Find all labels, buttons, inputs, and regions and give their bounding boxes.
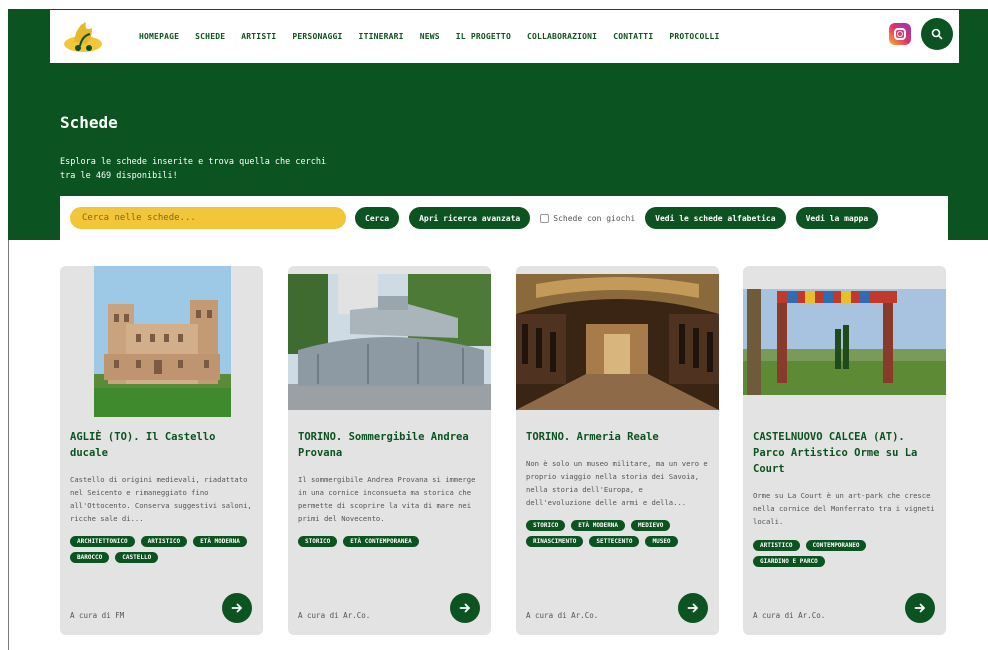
tag[interactable]: ETÀ MODERNA	[571, 520, 626, 531]
page-description: Esplora le schede inserite e trova quell…	[60, 157, 327, 181]
card[interactable]: TORINO. Armeria Reale Non è solo un muse…	[516, 266, 719, 635]
tag[interactable]: BAROCCO	[70, 552, 110, 563]
tag[interactable]: ARTISTICO	[753, 540, 800, 551]
arrow-right-icon	[914, 603, 925, 613]
tag[interactable]: ETÀ CONTEMPORANEA	[343, 536, 419, 547]
search-toolbar: Cerca Apri ricerca avanzata Schede con g…	[60, 196, 948, 240]
tag-list: ARTISTICO CONTEMPORANEO GIARDINO E PARCO	[753, 540, 939, 567]
main-menu: HOMEPAGE SCHEDE ARTISTI PERSONAGGI ITINE…	[139, 10, 720, 63]
card-author: A cura di Ar.Co.	[298, 611, 371, 620]
tag[interactable]: MEDIEVO	[631, 520, 671, 531]
card-image[interactable]	[288, 274, 491, 410]
card-image[interactable]	[94, 266, 231, 417]
card-open-button[interactable]	[905, 593, 935, 623]
nav-contatti[interactable]: CONTATTI	[613, 32, 653, 41]
card[interactable]: AGLIÈ (TO). Il Castello ducale Castello …	[60, 266, 263, 635]
map-button[interactable]: Vedi la mappa	[795, 207, 879, 229]
logo-icon[interactable]	[62, 16, 104, 56]
card-excerpt: Castello di origini medievali, riadattat…	[70, 475, 252, 523]
tag[interactable]: STORICO	[298, 536, 338, 547]
nav-news[interactable]: NEWS	[420, 32, 440, 41]
nav-personaggi[interactable]: PERSONAGGI	[292, 32, 342, 41]
tag[interactable]: CASTELLO	[115, 552, 159, 563]
card-title[interactable]: TORINO. Sommergibile Andrea Provana	[298, 429, 484, 461]
tag[interactable]: MUSEO	[645, 536, 678, 547]
arrow-right-icon	[231, 603, 242, 613]
tag[interactable]: ARTISTICO	[140, 536, 188, 547]
card-open-button[interactable]	[450, 593, 480, 623]
nav-itinerari[interactable]: ITINERARI	[359, 32, 404, 41]
search-icon	[931, 28, 943, 40]
tag[interactable]: SETTECENTO	[589, 536, 640, 547]
card-title[interactable]: CASTELNUOVO CALCEA (AT). Parco Artistico…	[753, 429, 939, 477]
tag[interactable]: ARCHITETTONICO	[70, 536, 135, 547]
card[interactable]: CASTELNUOVO CALCEA (AT). Parco Artistico…	[743, 266, 946, 635]
tag-list: STORICO ETÀ MODERNA MEDIEVO RINASCIMENTO…	[526, 520, 712, 547]
card-excerpt: Orme su La Court è un art-park che cresc…	[753, 491, 935, 526]
card-author: A cura di FM	[70, 611, 125, 620]
card-image[interactable]	[743, 289, 946, 395]
tag-list: ARCHITETTONICO ARTISTICO ETÀ MODERNA BAR…	[70, 536, 256, 563]
card-open-button[interactable]	[222, 593, 252, 623]
arrow-right-icon	[687, 603, 698, 613]
card-author: A cura di Ar.Co.	[753, 611, 826, 620]
arrow-right-icon	[459, 603, 470, 613]
tag[interactable]: STORICO	[526, 520, 566, 531]
search-input[interactable]	[70, 207, 346, 229]
games-checkbox-label: Schede con giochi	[553, 213, 636, 223]
alphabetical-button[interactable]: Vedi le schede alfabetica	[645, 207, 786, 229]
nav-protocolli[interactable]: PROTOCOLLI	[669, 32, 719, 41]
page-title: Schede	[60, 113, 118, 132]
games-checkbox[interactable]	[540, 213, 550, 223]
nav-collaborazioni[interactable]: COLLABORAZIONI	[527, 32, 597, 41]
search-button[interactable]	[921, 18, 953, 50]
tag[interactable]: GIARDINO E PARCO	[753, 556, 825, 567]
nav-schede[interactable]: SCHEDE	[195, 32, 225, 41]
games-filter[interactable]: Schede con giochi	[540, 213, 636, 223]
advanced-search-button[interactable]: Apri ricerca avanzata	[409, 207, 531, 229]
tag[interactable]: RINASCIMENTO	[526, 536, 584, 547]
card-title[interactable]: AGLIÈ (TO). Il Castello ducale	[70, 429, 256, 461]
card-open-button[interactable]	[678, 593, 708, 623]
nav-progetto[interactable]: IL PROGETTO	[456, 32, 511, 41]
card-title[interactable]: TORINO. Armeria Reale	[526, 429, 712, 445]
card-excerpt: Il sommergibile Andrea Provana si immerg…	[298, 475, 476, 523]
instagram-icon[interactable]	[889, 23, 911, 45]
navbar: HOMEPAGE SCHEDE ARTISTI PERSONAGGI ITINE…	[50, 10, 959, 63]
card-author: A cura di Ar.Co.	[526, 611, 599, 620]
card[interactable]: TORINO. Sommergibile Andrea Provana Il s…	[288, 266, 491, 635]
tag-list: STORICO ETÀ CONTEMPORANEA	[298, 536, 484, 547]
tag[interactable]: ETÀ MODERNA	[193, 536, 247, 547]
page-border	[8, 240, 9, 650]
card-excerpt: Non è solo un museo militare, ma un vero…	[526, 459, 708, 507]
tag[interactable]: CONTEMPORANEO	[805, 540, 867, 551]
nav-homepage[interactable]: HOMEPAGE	[139, 32, 179, 41]
search-submit-button[interactable]: Cerca	[355, 207, 400, 229]
nav-artisti[interactable]: ARTISTI	[241, 32, 276, 41]
card-image[interactable]	[516, 274, 719, 410]
